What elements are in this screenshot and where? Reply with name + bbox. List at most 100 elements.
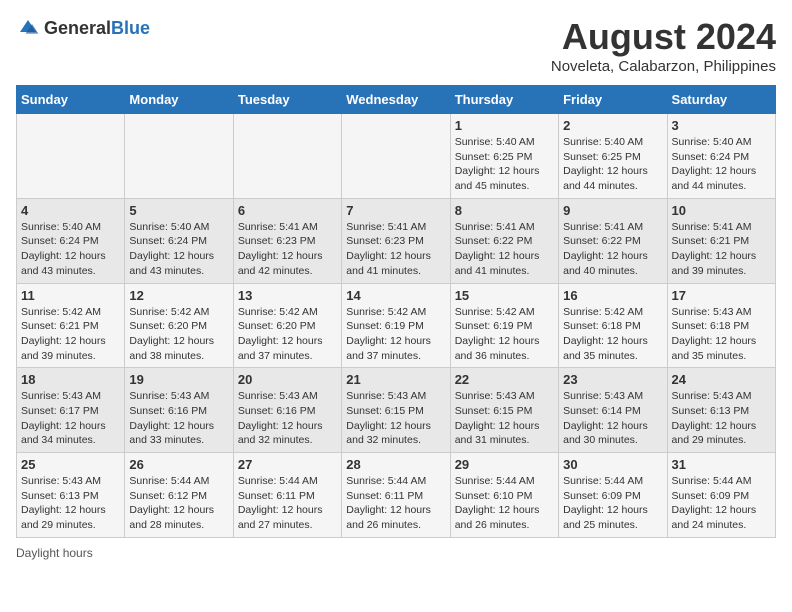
day-number: 11 xyxy=(21,288,120,303)
calendar-cell: 6 Sunrise: 5:41 AM Sunset: 6:23 PM Daylig… xyxy=(233,198,341,283)
day-detail: Sunrise: 5:44 AM Sunset: 6:09 PM Dayligh… xyxy=(672,474,771,533)
day-detail: Sunrise: 5:43 AM Sunset: 6:15 PM Dayligh… xyxy=(346,389,445,448)
day-header-thursday: Thursday xyxy=(450,86,558,114)
day-number: 1 xyxy=(455,118,554,133)
calendar-cell: 27 Sunrise: 5:44 AM Sunset: 6:11 PM Dayli… xyxy=(233,453,341,538)
day-number: 3 xyxy=(672,118,771,133)
day-detail: Sunrise: 5:42 AM Sunset: 6:18 PM Dayligh… xyxy=(563,305,662,364)
day-number: 16 xyxy=(563,288,662,303)
calendar-cell: 22 Sunrise: 5:43 AM Sunset: 6:15 PM Dayli… xyxy=(450,368,558,453)
calendar-cell: 21 Sunrise: 5:43 AM Sunset: 6:15 PM Dayli… xyxy=(342,368,450,453)
day-number: 24 xyxy=(672,372,771,387)
calendar-cell: 31 Sunrise: 5:44 AM Sunset: 6:09 PM Dayli… xyxy=(667,453,775,538)
calendar-cell: 8Sunrise: 5:41 AM Sunset: 6:22 PM Daylig… xyxy=(450,198,558,283)
title-section: August 2024 Noveleta, Calabarzon, Philip… xyxy=(551,16,776,75)
day-detail: Sunrise: 5:44 AM Sunset: 6:09 PM Dayligh… xyxy=(563,474,662,533)
footer-note: Daylight hours xyxy=(16,546,776,560)
day-number: 27 xyxy=(238,457,337,472)
day-detail: Sunrise: 5:41 AM Sunset: 6:21 PM Dayligh… xyxy=(672,220,771,279)
day-number: 28 xyxy=(346,457,445,472)
calendar-cell xyxy=(342,114,450,199)
day-number: 20 xyxy=(238,372,337,387)
calendar-cell: 11Sunrise: 5:42 AM Sunset: 6:21 PM Dayli… xyxy=(17,283,125,368)
day-number: 29 xyxy=(455,457,554,472)
calendar-cell: 26 Sunrise: 5:44 AM Sunset: 6:12 PM Dayli… xyxy=(125,453,233,538)
day-header-friday: Friday xyxy=(559,86,667,114)
day-detail: Sunrise: 5:42 AM Sunset: 6:20 PM Dayligh… xyxy=(129,305,228,364)
day-detail: Sunrise: 5:40 AM Sunset: 6:24 PM Dayligh… xyxy=(129,220,228,279)
calendar-cell: 18 Sunrise: 5:43 AM Sunset: 6:17 PM Dayli… xyxy=(17,368,125,453)
calendar-cell: 20Sunrise: 5:43 AM Sunset: 6:16 PM Dayli… xyxy=(233,368,341,453)
day-number: 14 xyxy=(346,288,445,303)
day-detail: Sunrise: 5:43 AM Sunset: 6:17 PM Dayligh… xyxy=(21,389,120,448)
day-detail: Sunrise: 5:44 AM Sunset: 6:10 PM Dayligh… xyxy=(455,474,554,533)
day-number: 10 xyxy=(672,203,771,218)
day-detail: Sunrise: 5:40 AM Sunset: 6:25 PM Dayligh… xyxy=(455,135,554,194)
calendar-cell: 30 Sunrise: 5:44 AM Sunset: 6:09 PM Dayli… xyxy=(559,453,667,538)
day-number: 13 xyxy=(238,288,337,303)
calendar-cell: 1 Sunrise: 5:40 AM Sunset: 6:25 PM Daylig… xyxy=(450,114,558,199)
calendar-cell: 4Sunrise: 5:40 AM Sunset: 6:24 PM Daylig… xyxy=(17,198,125,283)
day-detail: Sunrise: 5:44 AM Sunset: 6:11 PM Dayligh… xyxy=(238,474,337,533)
calendar-week-0: 1 Sunrise: 5:40 AM Sunset: 6:25 PM Daylig… xyxy=(17,114,776,199)
day-detail: Sunrise: 5:41 AM Sunset: 6:23 PM Dayligh… xyxy=(238,220,337,279)
day-number: 25 xyxy=(21,457,120,472)
calendar-cell: 29 Sunrise: 5:44 AM Sunset: 6:10 PM Dayli… xyxy=(450,453,558,538)
day-number: 5 xyxy=(129,203,228,218)
calendar-cell: 19Sunrise: 5:43 AM Sunset: 6:16 PM Dayli… xyxy=(125,368,233,453)
header: GeneralBlue August 2024 Noveleta, Calaba… xyxy=(16,16,776,75)
day-header-tuesday: Tuesday xyxy=(233,86,341,114)
day-number: 26 xyxy=(129,457,228,472)
logo-icon xyxy=(16,16,40,40)
calendar-week-1: 4Sunrise: 5:40 AM Sunset: 6:24 PM Daylig… xyxy=(17,198,776,283)
day-detail: Sunrise: 5:43 AM Sunset: 6:14 PM Dayligh… xyxy=(563,389,662,448)
calendar-cell xyxy=(17,114,125,199)
day-number: 9 xyxy=(563,203,662,218)
calendar-cell: 28Sunrise: 5:44 AM Sunset: 6:11 PM Dayli… xyxy=(342,453,450,538)
calendar-cell: 2 Sunrise: 5:40 AM Sunset: 6:25 PM Daylig… xyxy=(559,114,667,199)
day-detail: Sunrise: 5:41 AM Sunset: 6:23 PM Dayligh… xyxy=(346,220,445,279)
day-number: 30 xyxy=(563,457,662,472)
day-detail: Sunrise: 5:40 AM Sunset: 6:24 PM Dayligh… xyxy=(21,220,120,279)
calendar-cell: 10 Sunrise: 5:41 AM Sunset: 6:21 PM Dayli… xyxy=(667,198,775,283)
day-detail: Sunrise: 5:41 AM Sunset: 6:22 PM Dayligh… xyxy=(455,220,554,279)
day-header-monday: Monday xyxy=(125,86,233,114)
calendar-cell: 25 Sunrise: 5:43 AM Sunset: 6:13 PM Dayli… xyxy=(17,453,125,538)
calendar-cell: 9 Sunrise: 5:41 AM Sunset: 6:22 PM Daylig… xyxy=(559,198,667,283)
day-number: 31 xyxy=(672,457,771,472)
logo-general: General xyxy=(44,18,111,38)
main-title: August 2024 xyxy=(551,16,776,58)
day-number: 17 xyxy=(672,288,771,303)
day-header-sunday: Sunday xyxy=(17,86,125,114)
calendar-cell: 3Sunrise: 5:40 AM Sunset: 6:24 PM Daylig… xyxy=(667,114,775,199)
calendar-week-4: 25 Sunrise: 5:43 AM Sunset: 6:13 PM Dayli… xyxy=(17,453,776,538)
logo-blue: Blue xyxy=(111,18,150,38)
calendar-cell: 7 Sunrise: 5:41 AM Sunset: 6:23 PM Daylig… xyxy=(342,198,450,283)
calendar-week-3: 18 Sunrise: 5:43 AM Sunset: 6:17 PM Dayli… xyxy=(17,368,776,453)
day-detail: Sunrise: 5:40 AM Sunset: 6:25 PM Dayligh… xyxy=(563,135,662,194)
day-number: 2 xyxy=(563,118,662,133)
calendar-cell: 16 Sunrise: 5:42 AM Sunset: 6:18 PM Dayli… xyxy=(559,283,667,368)
day-header-wednesday: Wednesday xyxy=(342,86,450,114)
day-number: 6 xyxy=(238,203,337,218)
day-detail: Sunrise: 5:43 AM Sunset: 6:13 PM Dayligh… xyxy=(21,474,120,533)
logo: GeneralBlue xyxy=(16,16,150,40)
header-row: SundayMondayTuesdayWednesdayThursdayFrid… xyxy=(17,86,776,114)
calendar-cell: 23Sunrise: 5:43 AM Sunset: 6:14 PM Dayli… xyxy=(559,368,667,453)
day-detail: Sunrise: 5:43 AM Sunset: 6:16 PM Dayligh… xyxy=(129,389,228,448)
day-number: 7 xyxy=(346,203,445,218)
day-number: 15 xyxy=(455,288,554,303)
calendar-cell xyxy=(233,114,341,199)
day-detail: Sunrise: 5:41 AM Sunset: 6:22 PM Dayligh… xyxy=(563,220,662,279)
day-number: 22 xyxy=(455,372,554,387)
day-detail: Sunrise: 5:43 AM Sunset: 6:15 PM Dayligh… xyxy=(455,389,554,448)
day-number: 18 xyxy=(21,372,120,387)
calendar-cell: 13Sunrise: 5:42 AM Sunset: 6:20 PM Dayli… xyxy=(233,283,341,368)
calendar-cell xyxy=(125,114,233,199)
day-detail: Sunrise: 5:43 AM Sunset: 6:13 PM Dayligh… xyxy=(672,389,771,448)
day-detail: Sunrise: 5:43 AM Sunset: 6:18 PM Dayligh… xyxy=(672,305,771,364)
calendar-table: SundayMondayTuesdayWednesdayThursdayFrid… xyxy=(16,85,776,538)
day-number: 21 xyxy=(346,372,445,387)
calendar-cell: 15Sunrise: 5:42 AM Sunset: 6:19 PM Dayli… xyxy=(450,283,558,368)
day-detail: Sunrise: 5:44 AM Sunset: 6:12 PM Dayligh… xyxy=(129,474,228,533)
